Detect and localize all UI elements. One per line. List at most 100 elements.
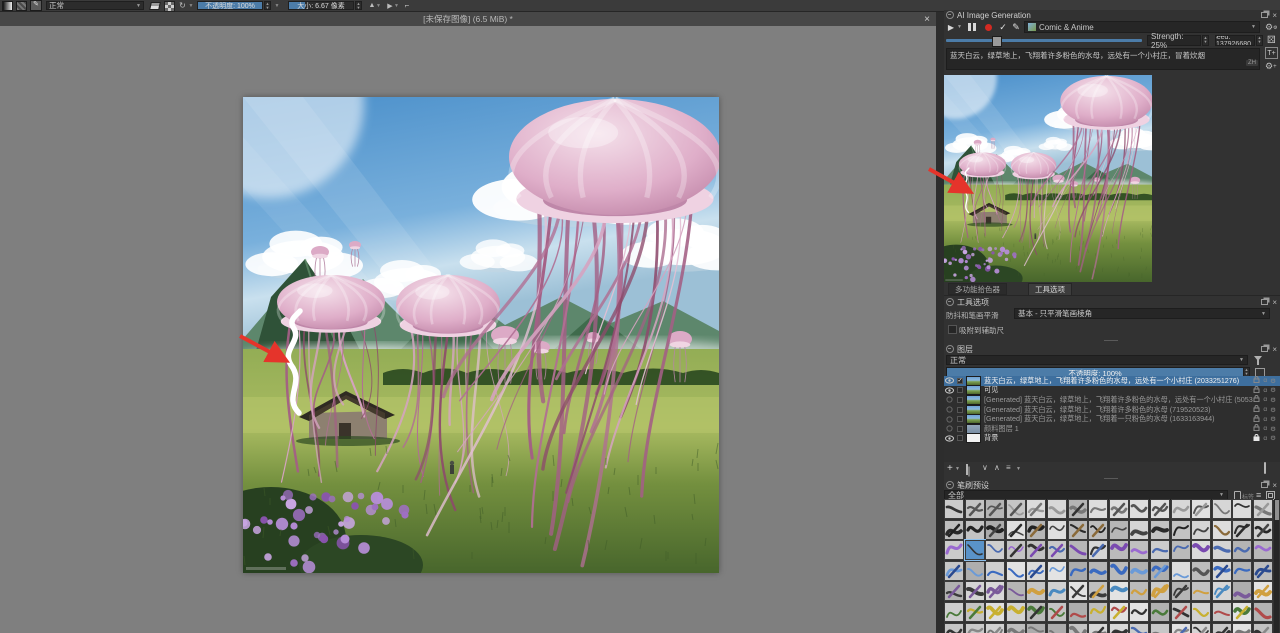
brush-preset[interactable] [1212, 561, 1232, 581]
collapse-icon[interactable] [946, 11, 954, 19]
brush-preset[interactable] [1088, 602, 1108, 622]
brush-preset[interactable] [1088, 540, 1108, 560]
brush-preset[interactable] [1171, 540, 1191, 560]
brush-preset[interactable] [1212, 520, 1232, 540]
layer-select-checkbox[interactable] [955, 416, 964, 423]
brush-preset[interactable] [1068, 602, 1088, 622]
seed-spinner[interactable]: ▲▼ [1256, 35, 1263, 46]
brush-preset[interactable] [985, 520, 1005, 540]
brush-preset[interactable] [1109, 561, 1129, 581]
layer-lock-icon[interactable] [1253, 424, 1260, 433]
wrap-around-icon[interactable]: ⌐ [403, 1, 411, 10]
layer-row[interactable]: ✓蓝天白云，绿草地上，飞翔着许多粉色的水母，远处有一个小村庄 (20332512… [944, 376, 1280, 386]
brush-preset[interactable] [1232, 520, 1252, 540]
brush-preset[interactable] [1253, 499, 1273, 519]
brush-preset[interactable] [1109, 623, 1129, 633]
layer-row[interactable]: 背景α⚙ [944, 434, 1280, 444]
canvas-artwork[interactable] [243, 97, 719, 573]
layer-row[interactable]: 可见α⚙ [944, 386, 1280, 396]
seed-spinbox[interactable]: Seed: 2137926680 [1215, 35, 1255, 46]
brush-preset[interactable] [944, 561, 964, 581]
brush-preset[interactable] [1253, 623, 1273, 633]
opacity-spinner[interactable]: ▲▼ [264, 1, 271, 10]
brush-preset[interactable] [1006, 520, 1026, 540]
layer-visibility-icon[interactable] [944, 396, 955, 403]
preserve-alpha-icon[interactable] [164, 1, 175, 12]
brush-preset[interactable] [1171, 623, 1191, 633]
collapse-icon[interactable] [946, 481, 954, 489]
scrollbar-thumb[interactable] [1275, 500, 1279, 520]
brush-preset[interactable] [944, 581, 964, 601]
layer-visibility-icon[interactable] [944, 416, 955, 423]
brush-preset[interactable] [1068, 561, 1088, 581]
brush-preset[interactable] [1026, 520, 1046, 540]
brush-preset[interactable] [1150, 499, 1170, 519]
brush-preset[interactable] [1109, 499, 1129, 519]
layer-select-checkbox[interactable] [955, 425, 964, 432]
alpha-lock-icon[interactable]: α [1263, 377, 1267, 384]
duplicate-layer-button[interactable] [966, 465, 968, 474]
brush-preset[interactable] [1026, 581, 1046, 601]
add-text-prompt-icon[interactable]: T+ [1265, 47, 1278, 59]
alpha-lock-icon[interactable]: α [1263, 425, 1267, 432]
mirror-horizontal-icon[interactable]: ▲ [368, 1, 376, 10]
strength-spinner[interactable]: ▲▼ [1202, 35, 1209, 46]
brush-preset[interactable] [1109, 581, 1129, 601]
brush-preset[interactable] [1088, 623, 1108, 633]
brush-preset[interactable] [985, 540, 1005, 560]
brush-preset[interactable] [965, 499, 985, 519]
brush-preset[interactable] [1129, 499, 1149, 519]
brush-preset[interactable] [1232, 623, 1252, 633]
brush-preset[interactable] [985, 581, 1005, 601]
brush-preset[interactable] [1129, 561, 1149, 581]
brush-preset[interactable] [1212, 581, 1232, 601]
brush-preset[interactable] [1047, 561, 1067, 581]
strength-slider-handle[interactable] [992, 36, 1002, 47]
brush-preset[interactable] [1191, 602, 1211, 622]
brush-preset[interactable] [1088, 581, 1108, 601]
alpha-lock-icon[interactable]: α [1263, 387, 1267, 394]
brush-preset[interactable] [985, 602, 1005, 622]
brush-preset[interactable] [1068, 540, 1088, 560]
brush-preset[interactable] [1068, 623, 1088, 633]
float-panel-icon[interactable] [1261, 299, 1268, 305]
brush-preset[interactable] [1047, 602, 1067, 622]
brush-preset[interactable] [1109, 602, 1129, 622]
brush-preset[interactable] [944, 499, 964, 519]
snap-assistants-checkbox[interactable] [948, 325, 957, 334]
brush-preset[interactable] [1068, 581, 1088, 601]
brush-preset[interactable] [985, 561, 1005, 581]
alpha-lock-icon[interactable]: α [1263, 396, 1267, 403]
brush-preset[interactable] [1150, 581, 1170, 601]
pause-icon[interactable] [968, 23, 971, 31]
record-live-icon[interactable] [985, 24, 992, 31]
brush-preset[interactable] [1006, 581, 1026, 601]
brush-preset[interactable] [1150, 623, 1170, 633]
layer-select-checkbox[interactable] [955, 396, 964, 403]
brush-preset[interactable] [1150, 602, 1170, 622]
scrollbar-track[interactable] [1274, 499, 1279, 633]
brush-preset[interactable] [1026, 540, 1046, 560]
layer-row[interactable]: [Generated] 蓝天白云，绿草地上，飞翔着许多粉色的水母 (719520… [944, 405, 1280, 415]
layer-filter-funnel-icon[interactable] [1254, 356, 1262, 361]
chevron-down-icon[interactable]: ▼ [274, 1, 280, 10]
brush-preset[interactable] [1171, 581, 1191, 601]
layer-lock-icon[interactable] [1253, 434, 1260, 443]
brush-preset[interactable] [1129, 520, 1149, 540]
generate-play-button[interactable]: ▶ [946, 22, 956, 32]
brush-size-slider[interactable]: 大小: 6.67 像素 [288, 1, 354, 10]
brush-preset[interactable] [1109, 540, 1129, 560]
move-layer-down-button[interactable]: ∨ [982, 463, 988, 472]
brush-preset[interactable] [965, 602, 985, 622]
collapse-icon[interactable] [946, 345, 954, 353]
apply-check-icon[interactable]: ✓ [998, 22, 1008, 32]
brush-preset[interactable] [1047, 499, 1067, 519]
brush-preset[interactable] [1253, 520, 1273, 540]
brush-preset[interactable] [1171, 602, 1191, 622]
layer-lock-icon[interactable] [1253, 386, 1260, 395]
layer-lock-icon[interactable] [1253, 405, 1260, 414]
layer-select-checkbox[interactable] [955, 387, 964, 394]
brush-preset[interactable] [1068, 499, 1088, 519]
brush-preset[interactable] [1088, 561, 1108, 581]
settings-gear-icon[interactable]: ⚙⚙ [1265, 22, 1278, 33]
